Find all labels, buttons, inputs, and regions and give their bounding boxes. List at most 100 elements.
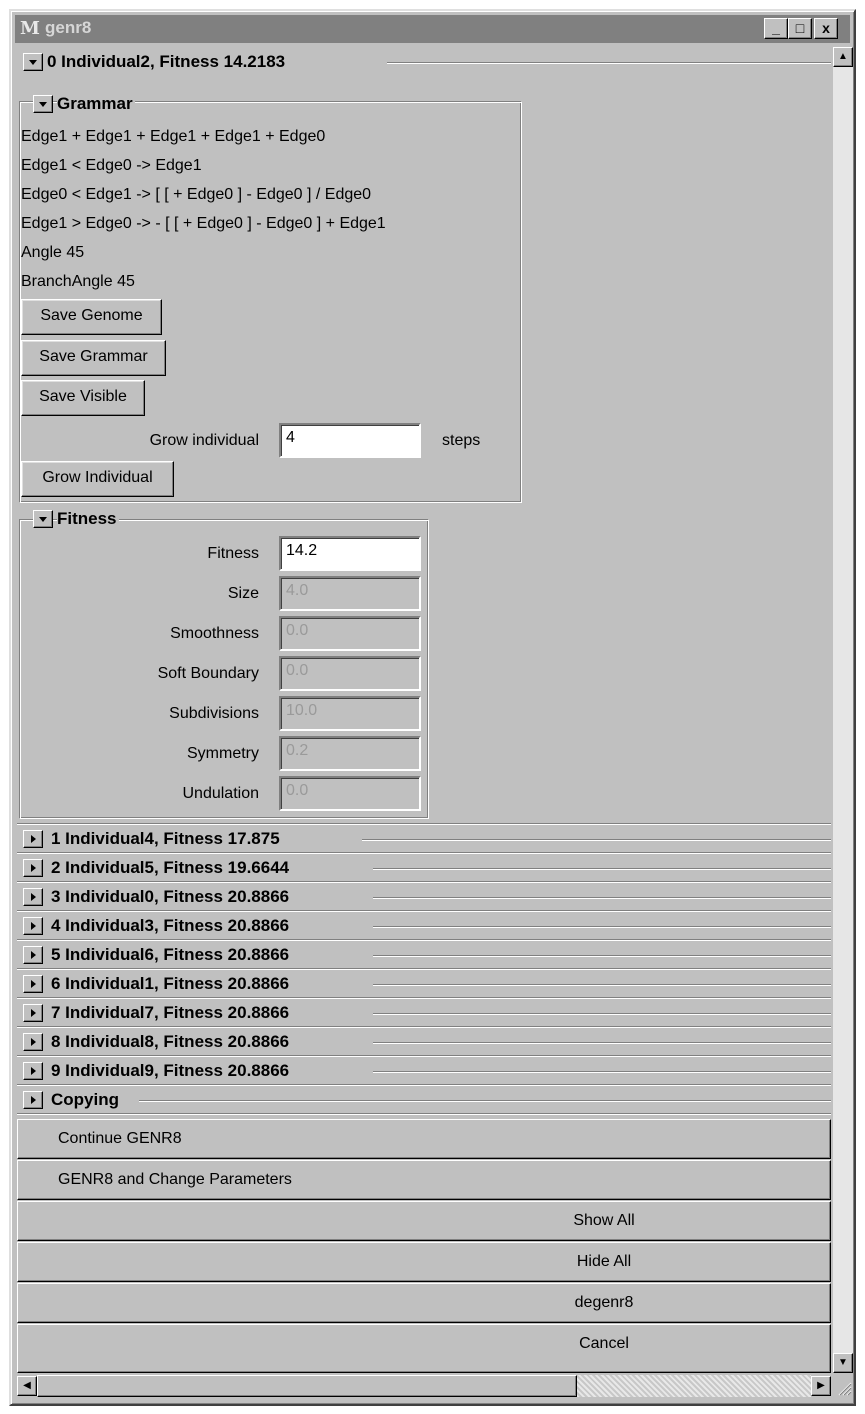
individual-header: 5 Individual6, Fitness 20.8866 — [51, 945, 290, 964]
scroll-down-button[interactable]: ▼ — [833, 1353, 853, 1373]
triangle-right-icon — [31, 980, 36, 988]
divider — [373, 984, 831, 986]
divider — [362, 839, 831, 841]
expand-toggle[interactable] — [23, 1091, 43, 1109]
size-field: 4.0 — [279, 576, 421, 611]
grow-steps-input[interactable]: 4 — [279, 423, 421, 458]
individual-row: 1 Individual4, Fitness 17.875 — [17, 825, 831, 854]
triangle-down-icon — [39, 517, 47, 522]
collapse-toggle-individual0[interactable] — [23, 53, 43, 71]
triangle-right-icon — [31, 922, 36, 930]
individual-row: 8 Individual8, Fitness 20.8866 — [17, 1028, 831, 1057]
title-bar[interactable]: M genr8 _ □ x — [15, 15, 850, 43]
button-label: GENR8 and Change Parameters — [58, 1171, 292, 1188]
grammar-line: BranchAngle 45 — [21, 273, 135, 290]
fitness-header: Fitness — [57, 509, 119, 529]
triangle-right-icon — [31, 1009, 36, 1017]
divider — [373, 926, 831, 928]
expand-toggle[interactable] — [23, 1033, 43, 1051]
divider — [373, 868, 831, 870]
fitness-label: Fitness — [207, 545, 259, 562]
expand-toggle[interactable] — [23, 1004, 43, 1022]
individual-row: 3 Individual0, Fitness 20.8866 — [17, 883, 831, 912]
vertical-scrollbar[interactable]: ▲ ▼ — [833, 47, 853, 1373]
hide-all-button[interactable]: Hide All — [17, 1242, 831, 1282]
button-label: degenr8 — [574, 1294, 634, 1311]
triangle-down-icon — [39, 102, 47, 107]
collapse-toggle-fitness[interactable] — [33, 510, 53, 528]
divider — [373, 1042, 831, 1044]
genr8-change-parameters-button[interactable]: GENR8 and Change Parameters — [17, 1160, 831, 1200]
resize-grip-icon[interactable] — [833, 1375, 853, 1397]
size-label: Size — [227, 585, 259, 602]
individual-header: 3 Individual0, Fitness 20.8866 — [51, 887, 290, 906]
grammar-header: Grammar — [57, 94, 135, 114]
divider — [373, 955, 831, 957]
scroll-content: 0 Individual2, Fitness 14.2183 Grammar E… — [17, 47, 831, 1373]
expand-toggle[interactable] — [23, 859, 43, 877]
scroll-right-button[interactable]: ▶ — [811, 1376, 831, 1396]
individual-row: 6 Individual1, Fitness 20.8866 — [17, 970, 831, 999]
grammar-line: Edge1 + Edge1 + Edge1 + Edge1 + Edge0 — [21, 128, 326, 145]
button-label: Cancel — [579, 1335, 629, 1352]
individual-header: 9 Individual9, Fitness 20.8866 — [51, 1061, 290, 1080]
triangle-right-icon — [31, 1096, 36, 1104]
collapse-toggle-grammar[interactable] — [33, 95, 53, 113]
grow-individual-label: Grow individual — [149, 432, 259, 449]
maya-logo-icon: M — [20, 18, 40, 39]
triangle-down-icon — [29, 60, 37, 65]
horizontal-scroll-thumb[interactable] — [37, 1375, 577, 1397]
copying-row: Copying — [17, 1086, 831, 1115]
expand-toggle[interactable] — [23, 830, 43, 848]
undulation-field: 0.0 — [279, 776, 421, 811]
expand-toggle[interactable] — [23, 917, 43, 935]
fitness-input[interactable]: 14.2 — [279, 536, 421, 571]
subdivisions-field: 10.0 — [279, 696, 421, 731]
expand-toggle[interactable] — [23, 946, 43, 964]
individual-row: 7 Individual7, Fitness 20.8866 — [17, 999, 831, 1028]
save-genome-button[interactable]: Save Genome — [21, 299, 162, 335]
scroll-up-button[interactable]: ▲ — [833, 47, 853, 67]
undulation-label: Undulation — [182, 785, 260, 802]
grammar-line: Edge0 < Edge1 -> [ [ + Edge0 ] - Edge0 ]… — [21, 186, 372, 203]
minimize-button[interactable]: _ — [764, 18, 788, 39]
cancel-button[interactable]: Cancel — [17, 1324, 831, 1373]
close-button[interactable]: x — [814, 18, 838, 39]
soft-boundary-field: 0.0 — [279, 656, 421, 691]
horizontal-scroll-track[interactable] — [577, 1375, 811, 1397]
individual0-header: 0 Individual2, Fitness 14.2183 — [47, 52, 286, 71]
triangle-right-icon — [31, 864, 36, 872]
save-visible-button[interactable]: Save Visible — [21, 380, 145, 416]
divider — [373, 1071, 831, 1073]
grammar-line: Angle 45 — [21, 244, 85, 261]
divider — [139, 1100, 831, 1102]
steps-label: steps — [442, 432, 481, 449]
copying-header: Copying — [51, 1090, 119, 1109]
continue-genr8-button[interactable]: Continue GENR8 — [17, 1119, 831, 1159]
individual-header: 4 Individual3, Fitness 20.8866 — [51, 916, 290, 935]
degenr8-button[interactable]: degenr8 — [17, 1283, 831, 1323]
grow-individual-button[interactable]: Grow Individual — [21, 461, 174, 497]
triangle-right-icon — [31, 1038, 36, 1046]
soft-boundary-label: Soft Boundary — [157, 665, 259, 682]
individual-row: 5 Individual6, Fitness 20.8866 — [17, 941, 831, 970]
symmetry-label: Symmetry — [187, 745, 259, 762]
maximize-button[interactable]: □ — [788, 18, 812, 39]
individual-header: 2 Individual5, Fitness 19.6644 — [51, 858, 290, 877]
expand-toggle[interactable] — [23, 888, 43, 906]
triangle-right-icon — [31, 951, 36, 959]
triangle-right-icon — [31, 835, 36, 843]
individual-row: 2 Individual5, Fitness 19.6644 — [17, 854, 831, 883]
individual-header: 7 Individual7, Fitness 20.8866 — [51, 1003, 290, 1022]
symmetry-field: 0.2 — [279, 736, 421, 771]
triangle-right-icon — [31, 893, 36, 901]
grammar-line: Edge1 > Edge0 -> - [ [ + Edge0 ] - Edge0… — [21, 215, 386, 232]
scroll-left-button[interactable]: ◀ — [17, 1376, 37, 1396]
expand-toggle[interactable] — [23, 975, 43, 993]
horizontal-scrollbar[interactable]: ◀ ▶ — [17, 1375, 831, 1397]
show-all-button[interactable]: Show All — [17, 1201, 831, 1241]
save-grammar-button[interactable]: Save Grammar — [21, 340, 166, 376]
expand-toggle[interactable] — [23, 1062, 43, 1080]
subdivisions-label: Subdivisions — [169, 705, 259, 722]
grammar-line: Edge1 < Edge0 -> Edge1 — [21, 157, 202, 174]
